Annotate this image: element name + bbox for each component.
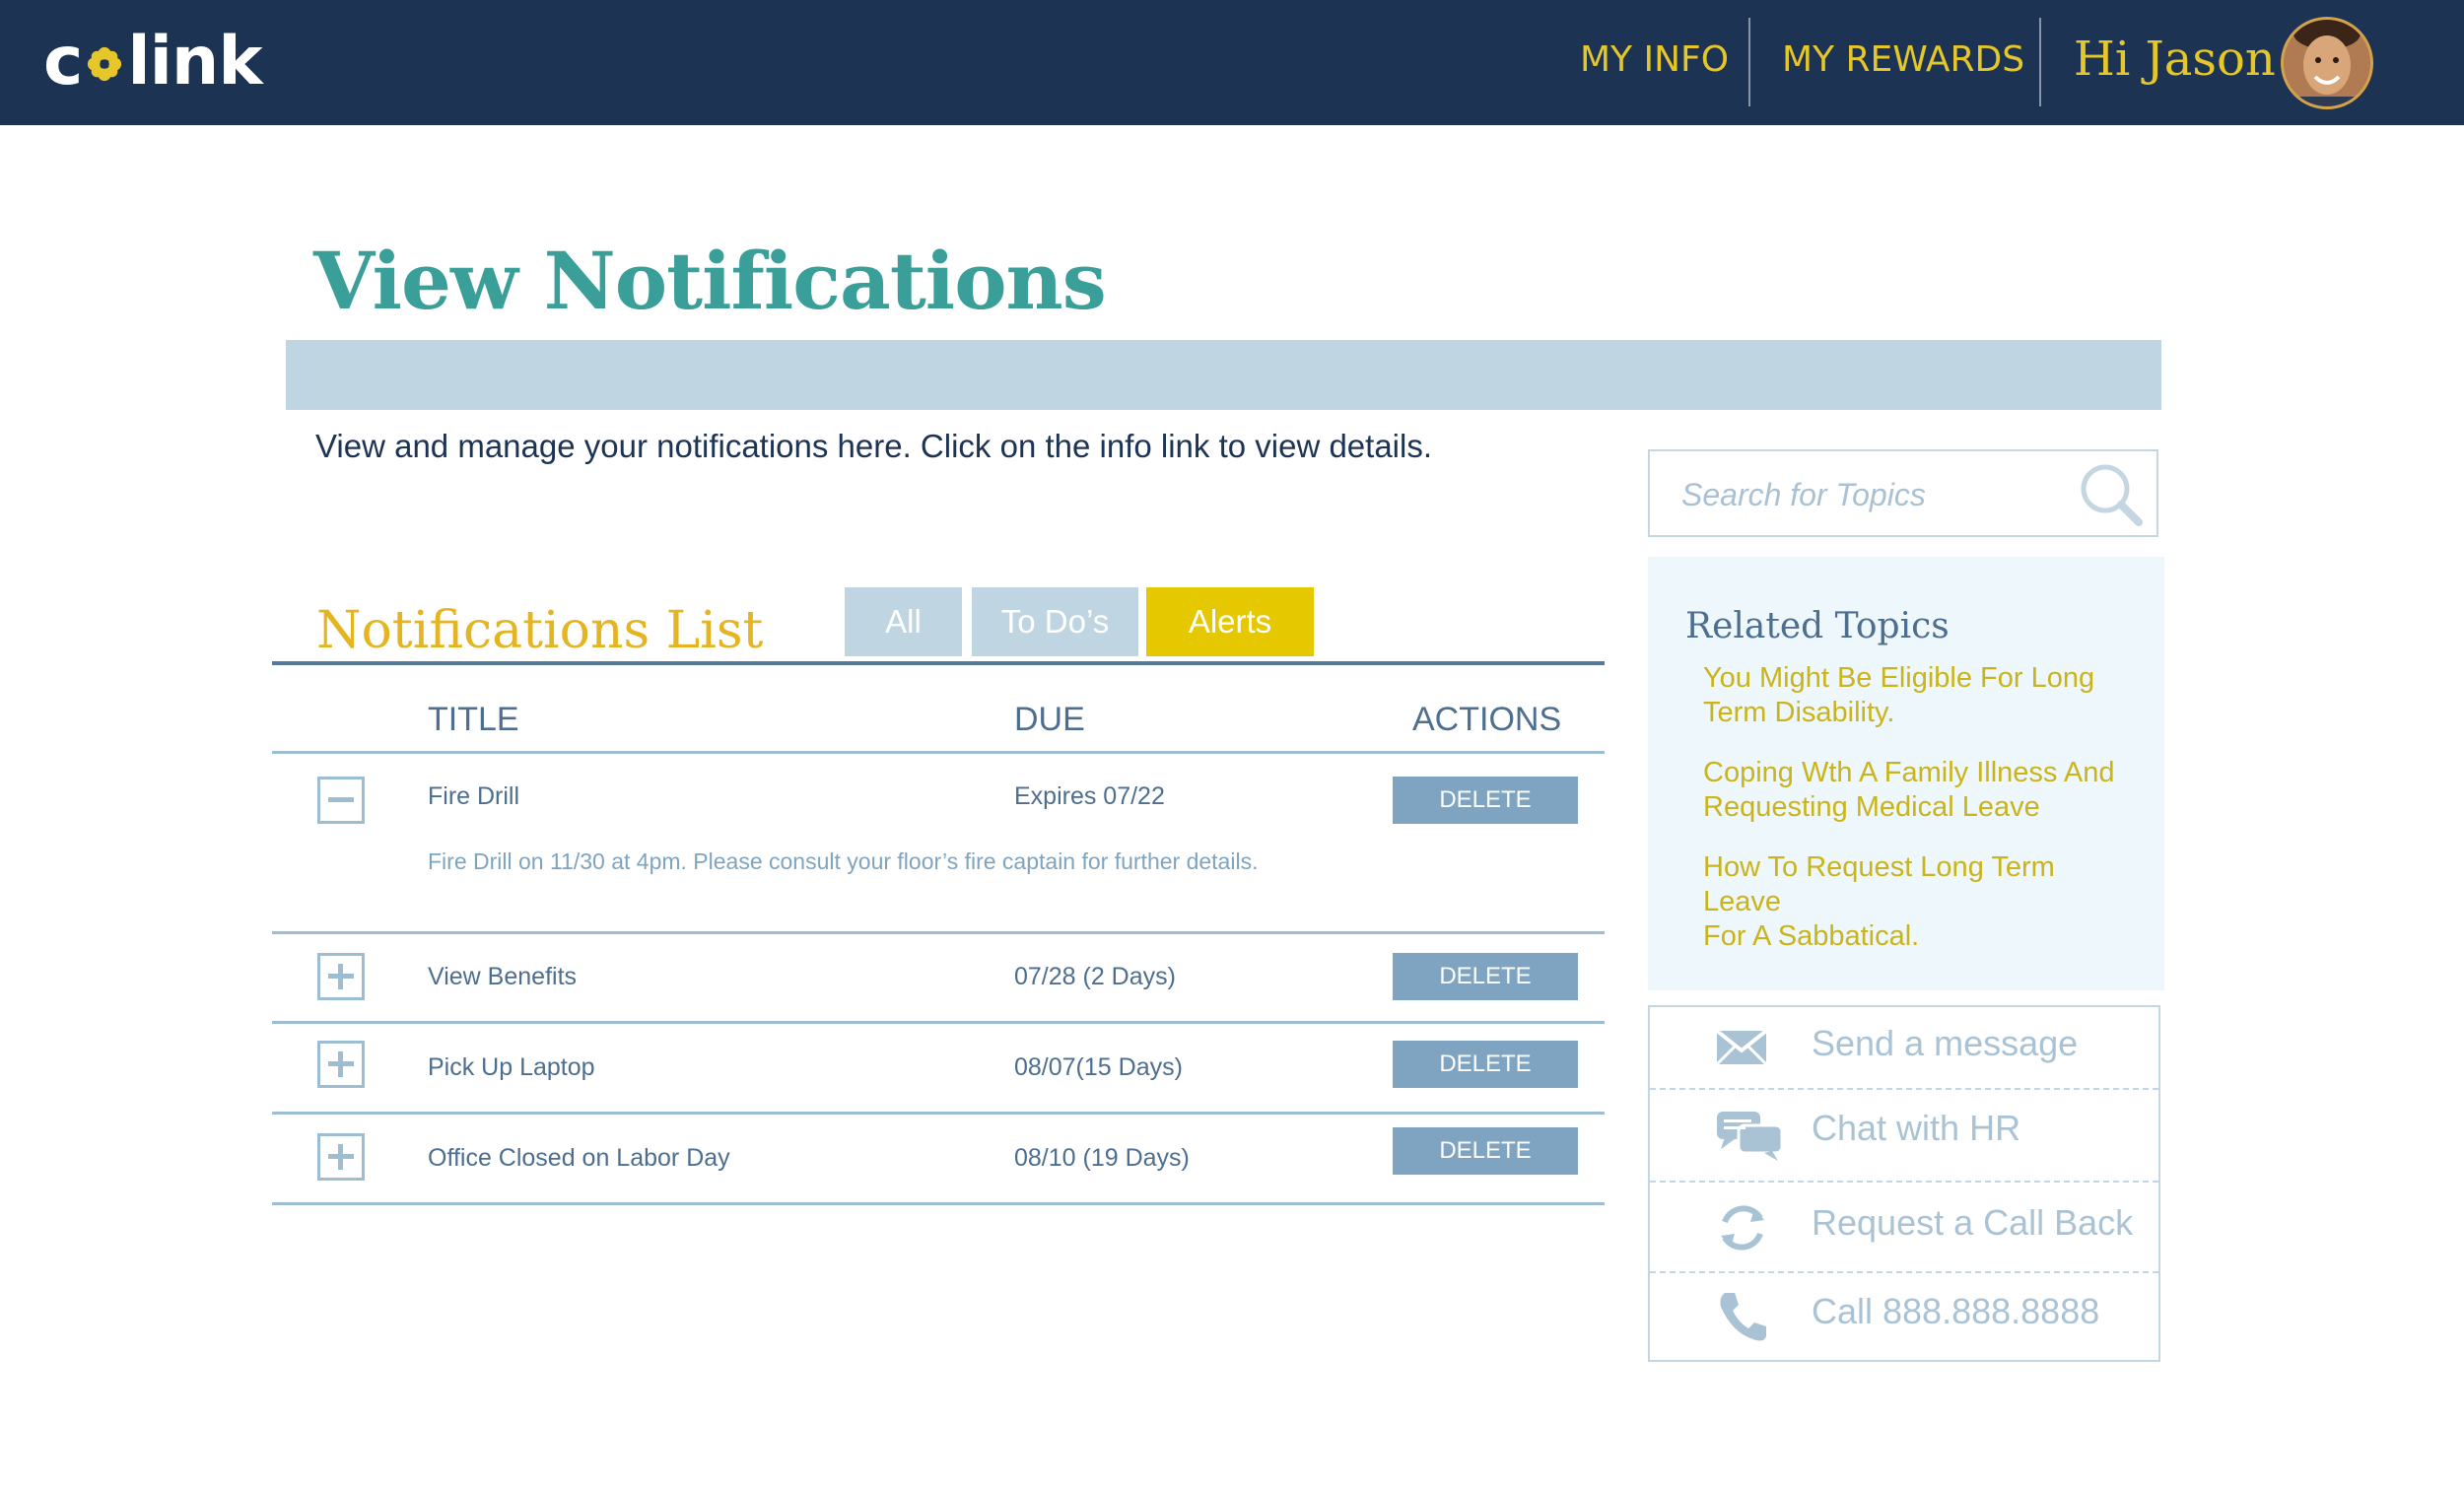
envelope-icon	[1715, 1029, 1768, 1066]
related-topic-line: Requesting Medical Leave	[1703, 791, 2040, 823]
contact-options-panel: Send a message Chat with HR Request a Ca…	[1648, 1005, 2160, 1362]
related-topic-link[interactable]: How To Request Long Term Leave For A Sab…	[1703, 850, 2055, 954]
send-message-option[interactable]: Send a message	[1650, 1007, 2158, 1096]
phone-icon	[1720, 1293, 1766, 1341]
table-divider	[272, 1202, 1605, 1205]
row-due: 08/10 (19 Days)	[1014, 1144, 1190, 1172]
user-photo-icon	[2284, 20, 2370, 106]
chat-with-hr-option[interactable]: Chat with HR	[1650, 1090, 2158, 1179]
related-topic-link[interactable]: Coping Wth A Family Illness And Requesti…	[1703, 756, 2114, 825]
topic-search-box	[1648, 449, 2158, 537]
related-topic-line: Term Disability.	[1703, 697, 1895, 728]
logo-text-right: link	[127, 22, 262, 101]
column-header-actions: ACTIONS	[1412, 701, 1562, 738]
plus-icon	[328, 1144, 354, 1170]
search-input[interactable]	[1679, 469, 2058, 520]
call-option[interactable]: Call 888.888.8888	[1650, 1273, 2158, 1362]
contact-label: Send a message	[1812, 1023, 2079, 1063]
row-due: 07/28 (2 Days)	[1014, 963, 1176, 990]
delete-button[interactable]: DELETE	[1393, 1127, 1578, 1175]
user-greeting: Hi Jason	[2074, 32, 2276, 87]
page-intro-text: View and manage your notifications here.…	[315, 428, 1433, 464]
refresh-icon	[1721, 1205, 1764, 1251]
tab-all[interactable]: All	[845, 587, 962, 656]
related-topics-title: Related Topics	[1685, 606, 1950, 646]
row-title[interactable]: Pick Up Laptop	[428, 1053, 595, 1082]
row-title[interactable]: Office Closed on Labor Day	[428, 1144, 730, 1173]
row-title[interactable]: Fire Drill	[428, 782, 519, 811]
tab-todos[interactable]: To Do’s	[972, 587, 1138, 656]
expand-row-button[interactable]	[317, 1133, 365, 1181]
page-title: View Notifications	[313, 235, 1107, 327]
nav-divider	[2039, 18, 2041, 106]
plus-icon	[328, 1051, 354, 1077]
contact-label: Chat with HR	[1812, 1108, 2021, 1148]
table-divider	[272, 931, 1605, 934]
row-detail-text: Fire Drill on 11/30 at 4pm. Please consu…	[428, 848, 1259, 874]
plus-icon	[328, 964, 354, 989]
contact-label: Request a Call Back	[1812, 1202, 2134, 1243]
notifications-list-title: Notifications List	[316, 601, 764, 660]
request-callback-option[interactable]: Request a Call Back	[1650, 1183, 2158, 1271]
top-nav-bar: c link MY INFO MY REWARDS Hi Jason	[0, 0, 2464, 125]
logo-text-left: c	[43, 22, 83, 101]
row-title[interactable]: View Benefits	[428, 963, 577, 991]
title-underline-bar	[286, 340, 2161, 410]
delete-button[interactable]: DELETE	[1393, 953, 1578, 1000]
expand-row-button[interactable]	[317, 953, 365, 1000]
contact-label: Call 888.888.8888	[1812, 1291, 2100, 1331]
delete-button[interactable]: DELETE	[1393, 1041, 1578, 1088]
chat-bubbles-icon	[1717, 1112, 1784, 1161]
search-icon[interactable]	[2076, 459, 2147, 530]
flower-icon	[88, 46, 122, 82]
column-header-title: TITLE	[428, 701, 519, 738]
related-topics-panel: Related Topics You Might Be Eligible For…	[1648, 557, 2164, 990]
related-topic-line: Leave	[1703, 886, 1782, 917]
table-divider	[272, 1021, 1605, 1024]
colink-logo[interactable]: c link	[43, 22, 263, 101]
collapse-row-button[interactable]	[317, 777, 365, 824]
expand-row-button[interactable]	[317, 1041, 365, 1088]
table-divider	[272, 751, 1605, 754]
tab-alerts[interactable]: Alerts	[1146, 587, 1314, 656]
column-header-due: DUE	[1014, 701, 1085, 738]
related-topic-link[interactable]: You Might Be Eligible For Long Term Disa…	[1703, 661, 2094, 730]
related-topic-line: You Might Be Eligible For Long	[1703, 662, 2095, 694]
table-divider	[272, 1112, 1605, 1115]
related-topic-line: How To Request Long Term	[1703, 851, 2055, 883]
related-topic-line: For A Sabbatical.	[1703, 920, 1920, 952]
delete-button[interactable]: DELETE	[1393, 777, 1578, 824]
nav-my-rewards[interactable]: MY REWARDS	[1782, 39, 2024, 80]
related-topic-line: Coping Wth A Family Illness And	[1703, 757, 2115, 788]
avatar[interactable]	[2281, 17, 2373, 109]
nav-my-info[interactable]: MY INFO	[1580, 39, 1729, 80]
list-header-divider	[272, 661, 1605, 665]
nav-divider	[1748, 18, 1750, 106]
row-due: 08/07(15 Days)	[1014, 1053, 1183, 1081]
row-due: Expires 07/22	[1014, 782, 1165, 810]
minus-icon	[328, 797, 354, 802]
